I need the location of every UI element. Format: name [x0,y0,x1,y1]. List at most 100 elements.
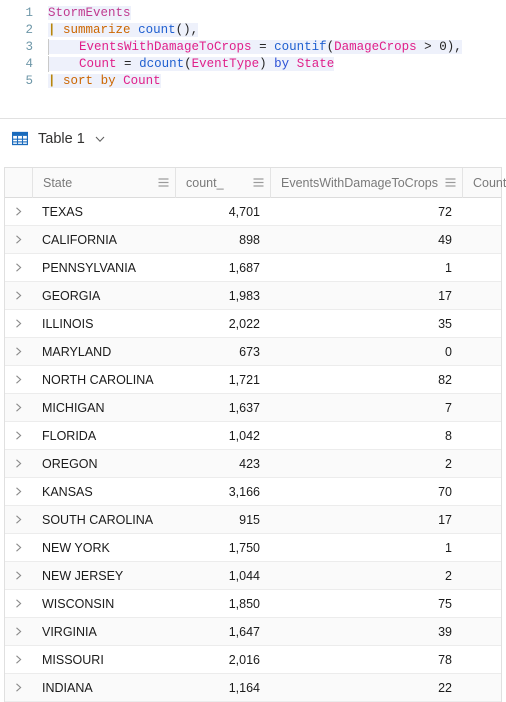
chevron-right-icon[interactable] [14,459,23,468]
code-line-1[interactable]: 1 StormEvents [0,4,506,21]
column-header-count_[interactable]: count_ [175,167,270,198]
chevron-right-icon[interactable] [14,291,23,300]
row-expand-toggle[interactable] [5,226,32,253]
table-row[interactable]: KANSAS3,1667021 [5,478,501,506]
row-expand-toggle[interactable] [5,198,32,225]
chevron-right-icon[interactable] [14,515,23,524]
cell-count: 21 [462,534,506,561]
table-row[interactable]: INDIANA1,1642220 [5,674,501,702]
row-expand-toggle[interactable] [5,590,32,617]
chevron-right-icon[interactable] [14,571,23,580]
chevron-right-icon[interactable] [14,347,23,356]
row-expand-toggle[interactable] [5,254,32,281]
token-field-damagecrops: DamageCrops [334,39,417,54]
code-line-5[interactable]: 5 | sort by Count [0,72,506,89]
row-expand-toggle[interactable] [5,562,32,589]
code-line-2[interactable]: 2 | summarize count(), [0,21,506,38]
row-expand-toggle[interactable] [5,338,32,365]
row-expand-toggle[interactable] [5,478,32,505]
cell-eventswithdamagetocrops: 72 [438,204,452,219]
column-menu-icon[interactable] [158,178,169,187]
column-header-count[interactable]: Count [462,167,506,198]
token-field-count: Count [123,73,161,88]
column-menu-icon[interactable] [253,178,264,187]
table-row[interactable]: MARYLAND673023 [5,338,501,366]
table-row[interactable]: SOUTH CAROLINA9151721 [5,506,501,534]
cell-count: 21 [462,562,506,589]
row-expand-toggle[interactable] [5,366,32,393]
chevron-right-icon[interactable] [14,403,23,412]
results-title-bar[interactable]: Table 1 [0,119,506,159]
row-expand-toggle[interactable] [5,310,32,337]
table-row[interactable]: NORTH CAROLINA1,7218223 [5,366,501,394]
cell-count_: 1,850 [228,596,260,611]
cell-state: TEXAS [42,204,83,219]
table-row[interactable]: ILLINOIS2,0223523 [5,310,501,338]
cell-eventswithdamagetocrops: 82 [438,372,452,387]
row-expand-toggle[interactable] [5,646,32,673]
chevron-right-icon[interactable] [14,655,23,664]
chevron-right-icon[interactable] [14,263,23,272]
chevron-right-icon[interactable] [14,627,23,636]
table-row[interactable]: MICHIGAN1,637722 [5,394,501,422]
cell-state: PENNSYLVANIA [42,260,137,275]
chevron-down-icon[interactable] [94,133,106,145]
table-row[interactable]: FLORIDA1,042822 [5,422,501,450]
table-row[interactable]: MISSOURI2,0167820 [5,646,501,674]
row-expand-toggle[interactable] [5,450,32,477]
chevron-right-icon[interactable] [14,207,23,216]
token-paren-open: ( [326,39,335,54]
code-line-3[interactable]: 3 EventsWithDamageToCrops = countif(Dama… [0,38,506,55]
table-row[interactable]: NEW JERSEY1,044221 [5,562,501,590]
row-expand-toggle[interactable] [5,674,32,701]
results-grid[interactable]: State count_ EventsWithDamageToCrops Cou… [4,167,506,702]
token-keyword-sort: sort [63,73,94,88]
cell-count: 20 [462,674,506,701]
chevron-right-icon[interactable] [14,683,23,692]
cell-state: FLORIDA [42,428,97,443]
row-expand-toggle[interactable] [5,618,32,645]
cell-state: NEW JERSEY [42,568,124,583]
chevron-right-icon[interactable] [14,319,23,328]
chevron-right-icon[interactable] [14,487,23,496]
table-row[interactable]: PENNSYLVANIA1,687125 [5,254,501,282]
token-equals: = [124,56,132,71]
cell-state: VIRGINIA [42,624,97,639]
token-pipe: | [48,22,56,37]
row-expand-toggle[interactable] [5,534,32,561]
chevron-right-icon[interactable] [14,543,23,552]
chevron-right-icon[interactable] [14,235,23,244]
row-expand-toggle[interactable] [5,506,32,533]
cell-eventswithdamagetocrops: 39 [438,624,452,639]
table-row[interactable]: CALIFORNIA8984926 [5,226,501,254]
cell-count: 21 [462,590,506,617]
table-row[interactable]: NEW YORK1,750121 [5,534,501,562]
row-expand-toggle[interactable] [5,282,32,309]
token-paren-close: ) [259,56,267,71]
table-row[interactable]: TEXAS4,7017227 [5,198,501,226]
cell-eventswithdamagetocrops: 8 [445,428,452,443]
table-row[interactable]: VIRGINIA1,6473921 [5,618,501,646]
cell-state: MICHIGAN [42,400,105,415]
token-pipe: | [48,73,56,88]
cell-count: 22 [462,422,506,449]
chevron-right-icon[interactable] [14,599,23,608]
column-header-state[interactable]: State [32,167,175,198]
cell-state: MISSOURI [42,652,104,667]
column-header-label: State [43,175,73,190]
row-expand-toggle[interactable] [5,394,32,421]
cell-eventswithdamagetocrops: 7 [445,400,452,415]
table-row[interactable]: WISCONSIN1,8507521 [5,590,501,618]
cell-count: 21 [462,506,506,533]
query-editor[interactable]: 1 StormEvents 2 | summarize count(), 3 E… [0,0,506,118]
row-expand-toggle[interactable] [5,422,32,449]
code-line-4[interactable]: 4 Count = dcount(EventType) by State [0,55,506,72]
chevron-right-icon[interactable] [14,431,23,440]
column-header-eventswithdamagetocrops[interactable]: EventsWithDamageToCrops [270,167,462,198]
token-paren-close: ), [446,39,462,54]
table-row[interactable]: OREGON423221 [5,450,501,478]
chevron-right-icon[interactable] [14,375,23,384]
cell-eventswithdamagetocrops: 49 [438,232,452,247]
table-row[interactable]: GEORGIA1,9831724 [5,282,501,310]
column-menu-icon[interactable] [445,178,456,187]
